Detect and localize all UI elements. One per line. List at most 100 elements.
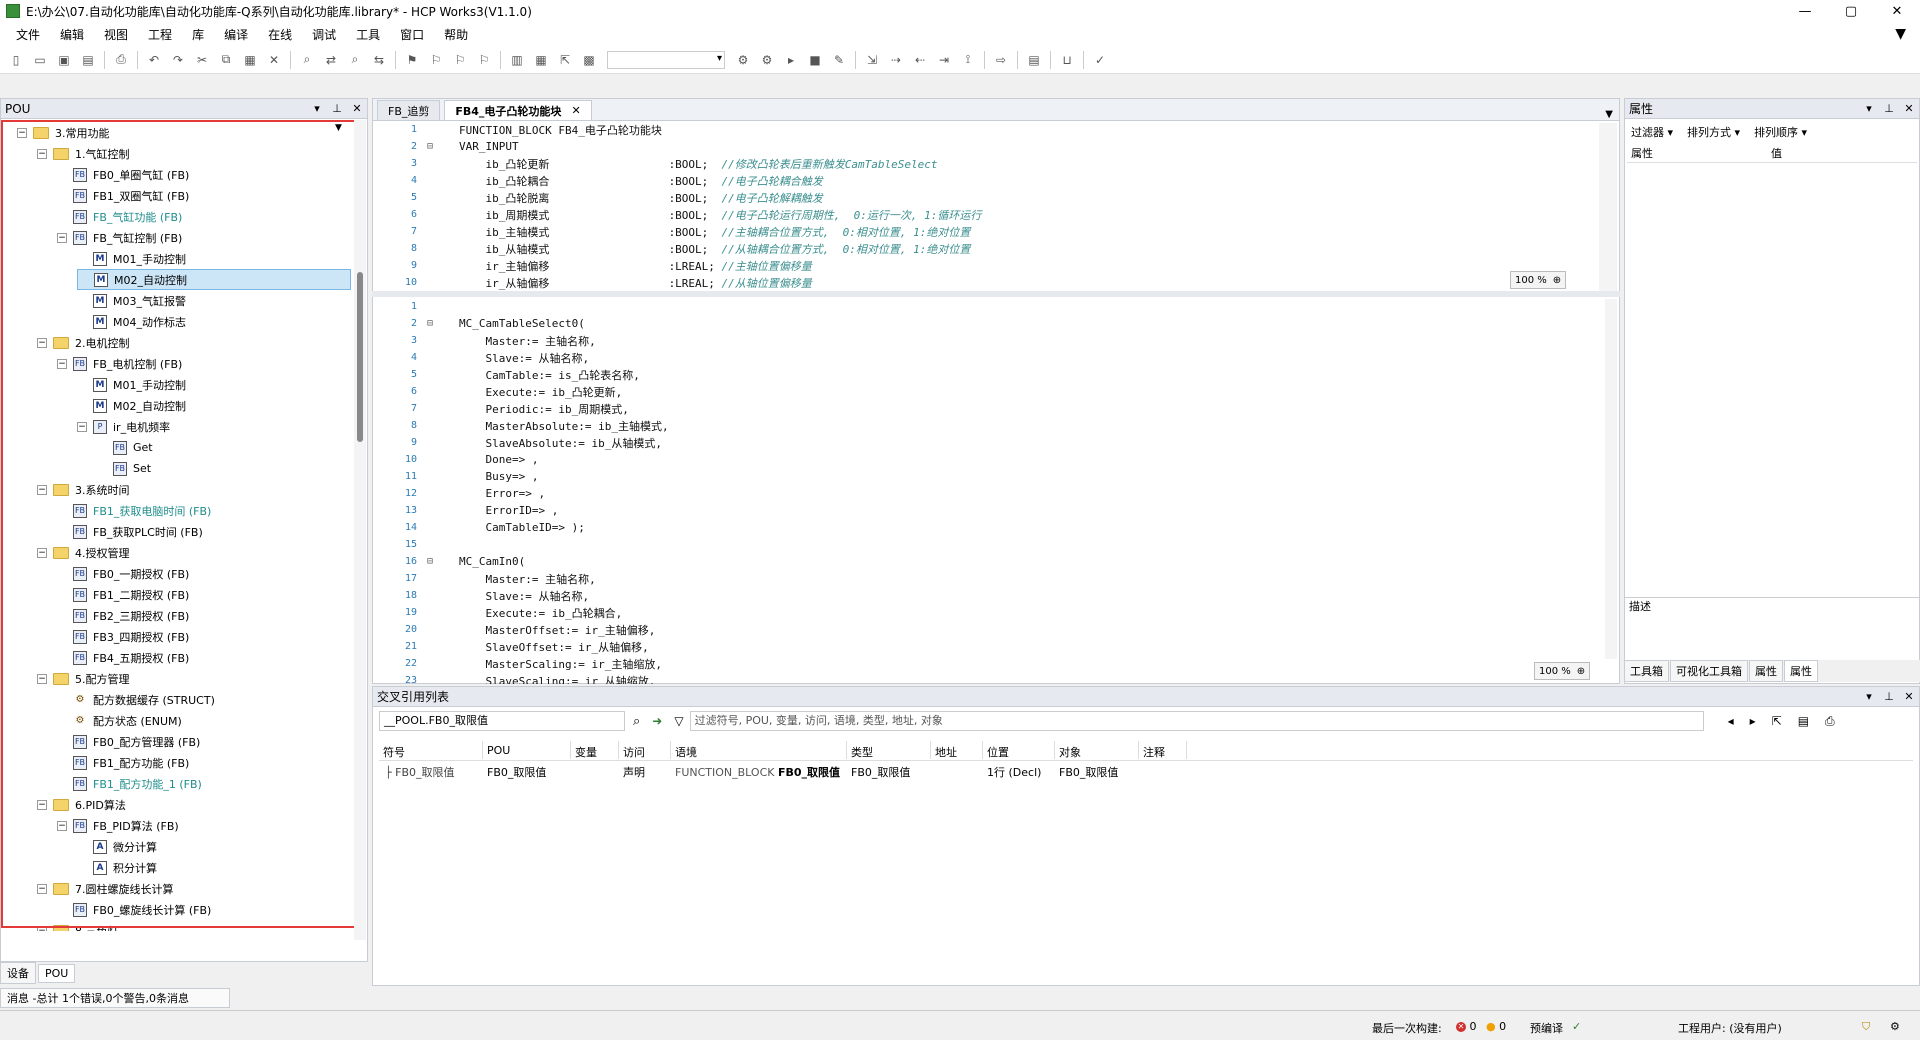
export-icon[interactable]: ⇱ — [555, 50, 575, 70]
settings-icon[interactable]: ⚙ — [1890, 1020, 1900, 1033]
code-line[interactable]: 6 ib_周期模式 :BOOL; //电子凸轮运行周期性, 0:运行一次, 1:… — [373, 206, 981, 223]
code-line[interactable]: 3 Master:= 主轴名称, — [373, 332, 596, 349]
col-variable[interactable]: 变量 — [571, 741, 619, 759]
col-context[interactable]: 语境 — [671, 741, 847, 759]
code-line[interactable]: 8 ib_从轴模式 :BOOL; //从轴耦合位置方式, 0:相对位置, 1:绝… — [373, 240, 970, 257]
cut-icon[interactable]: ✂ — [192, 50, 212, 70]
calc-icon[interactable]: ▩ — [579, 50, 599, 70]
menu-tools[interactable]: 工具 — [346, 26, 390, 43]
col-access[interactable]: 访问 — [619, 741, 671, 759]
code-line[interactable]: 20 MasterOffset:= ir_主轴偏移, — [373, 621, 655, 638]
code-line[interactable]: 12 Error=> , — [373, 485, 545, 502]
save-icon[interactable]: ▣ — [54, 50, 74, 70]
maximize-button[interactable]: ▢ — [1828, 0, 1874, 22]
paste-icon[interactable]: ▦ — [240, 50, 260, 70]
goto-icon[interactable]: ⇱ — [1772, 714, 1782, 728]
menu-edit[interactable]: 编辑 — [50, 26, 94, 43]
pin-icon[interactable]: ⊥ — [1879, 690, 1899, 703]
col-position[interactable]: 位置 — [983, 741, 1055, 759]
tree-scrollbar[interactable] — [354, 120, 366, 940]
xref-search-input[interactable]: __POOL.FB0_取限值 — [379, 711, 625, 731]
code-line[interactable]: 1 FUNCTION_BLOCK FB4_电子凸轮功能块 — [373, 121, 662, 138]
code-line[interactable]: 4 Slave:= 从轴名称, — [373, 349, 589, 366]
code-line[interactable]: 5 CamTable:= is_凸轮表名称, — [373, 366, 640, 383]
messages-tab[interactable]: 消息 -总计 1个错误,0个警告,0条消息 — [0, 988, 230, 1008]
tab-pou[interactable]: POU — [38, 963, 76, 983]
code-line[interactable]: 18 Slave:= 从轴名称, — [373, 587, 589, 604]
save-all-icon[interactable]: ▤ — [78, 50, 98, 70]
code-line[interactable]: 7 Periodic:= ib_周期模式, — [373, 400, 629, 417]
open-folder-icon[interactable]: ▭ — [30, 50, 50, 70]
monitor-icon[interactable]: ▤ — [1024, 50, 1044, 70]
find-replace-icon[interactable]: ⇄ — [321, 50, 341, 70]
col-comment[interactable]: 注释 — [1139, 741, 1187, 759]
undo-icon[interactable]: ↶ — [144, 50, 164, 70]
col-address[interactable]: 地址 — [931, 741, 983, 759]
pane-menu-icon[interactable]: ▾ — [307, 102, 327, 115]
code-line[interactable]: 22 MasterScaling:= ir_主轴缩放, — [373, 655, 662, 672]
tab-devices[interactable]: 设备 — [0, 962, 36, 984]
replace-icon[interactable]: ⇆ — [369, 50, 389, 70]
pin-icon[interactable]: ⊥ — [1879, 102, 1899, 115]
print-icon[interactable]: ⎙ — [1825, 714, 1835, 729]
table-row[interactable]: ├ FB0_取限值 FB0_取限值 声明 FUNCTION_BLOCK FB0_… — [379, 761, 1913, 781]
col-object[interactable]: 对象 — [1055, 741, 1139, 759]
funnel-icon[interactable]: ▽ — [674, 714, 683, 728]
new-icon[interactable]: ▯ — [6, 50, 26, 70]
col-pou[interactable]: POU — [483, 741, 571, 759]
search-icon[interactable]: ⌕ — [633, 714, 640, 729]
menu-build[interactable]: 编译 — [214, 26, 258, 43]
code-line[interactable]: 3 ib_凸轮更新 :BOOL; //修改凸轮表后重新触发CamTableSel… — [373, 155, 938, 172]
prev-icon[interactable]: ◂ — [1728, 714, 1734, 728]
code-line[interactable]: 5 ib_凸轮脱离 :BOOL; //电子凸轮解耦触发 — [373, 189, 823, 206]
menu-project[interactable]: 工程 — [138, 26, 182, 43]
code-line[interactable]: 9 ir_主轴偏移 :LREAL; //主轴位置偏移量 — [373, 257, 812, 274]
col-symbol[interactable]: 符号 — [379, 741, 483, 759]
find-icon[interactable]: ⌕ — [297, 50, 317, 70]
config-combo[interactable] — [607, 50, 725, 69]
step-over-icon[interactable]: ⇢ — [886, 50, 906, 70]
declaration-section[interactable]: 1 FUNCTION_BLOCK FB4_电子凸轮功能块 2 ⊟ VAR_INPUT 3 … — [373, 121, 1619, 290]
funnel-icon[interactable]: ▼ — [1895, 26, 1906, 42]
go-arrow-icon[interactable]: ➜ — [652, 714, 662, 728]
pin-icon[interactable]: ⊥ — [327, 102, 347, 115]
menu-library[interactable]: 库 — [182, 26, 214, 43]
implementation-section[interactable]: 1 2 ⊟ MC_CamTableSelect0(3 Master:= 主轴名称, 4 … — [373, 298, 1619, 684]
bookmark-prev-icon[interactable]: ⚐ — [426, 50, 446, 70]
code-line[interactable]: 14 CamTableID=> ); — [373, 519, 585, 536]
menu-file[interactable]: 文件 — [6, 26, 50, 43]
find-next-icon[interactable]: ⌕ — [345, 50, 365, 70]
sort-order-dropdown[interactable]: 排列顺序 ▾ — [1754, 124, 1807, 140]
code-line[interactable]: 6 Execute:= ib_凸轮更新, — [373, 383, 622, 400]
code-line[interactable]: 17 Master:= 主轴名称, — [373, 570, 596, 587]
device-icon[interactable]: ▦ — [531, 50, 551, 70]
tab-fb4-cam[interactable]: FB4_电子凸轮功能块 ✕ — [444, 100, 592, 120]
close-button[interactable]: ✕ — [1874, 0, 1920, 22]
decl-zoom[interactable]: 100 % ⊕ — [1510, 271, 1567, 289]
bookmark-next-icon[interactable]: ⚐ — [450, 50, 470, 70]
run-icon[interactable]: ▸ — [781, 50, 801, 70]
code-line[interactable]: 11 Busy=> , — [373, 468, 539, 485]
code-line[interactable]: 16 ⊟ MC_CamIn0( — [373, 553, 525, 570]
tab-visual-toolbox[interactable]: 可视化工具箱 — [1670, 660, 1748, 682]
tab-toolbox[interactable]: 工具箱 — [1624, 660, 1669, 682]
code-line[interactable]: 19 Execute:= ib_凸轮耦合, — [373, 604, 622, 621]
zoom-icon[interactable]: ⊕ — [1553, 275, 1561, 286]
copy-icon[interactable]: ⧉ — [216, 50, 236, 70]
editor-splitter[interactable] — [372, 291, 1620, 297]
code-line[interactable]: 15 — [373, 536, 459, 553]
fold-icon[interactable]: ⊟ — [423, 318, 437, 329]
code-line[interactable]: 2 ⊟ VAR_INPUT — [373, 138, 519, 155]
tab-properties-2[interactable]: 属性 — [1784, 660, 1818, 682]
code-line[interactable]: 21 SlaveOffset:= ir_从轴偏移, — [373, 638, 649, 655]
sort-by-dropdown[interactable]: 排列方式 ▾ — [1687, 124, 1740, 140]
print-icon[interactable]: ⎙ — [111, 50, 131, 70]
columns-icon[interactable]: ▤ — [1798, 714, 1809, 728]
minimize-button[interactable]: — — [1782, 0, 1828, 22]
xref-filter-input[interactable]: 过滤符号, POU, 变量, 访问, 语境, 类型, 地址, 对象 — [689, 711, 1704, 731]
filter-dropdown[interactable]: 过滤器 ▾ — [1631, 124, 1673, 140]
login-icon[interactable]: ⚙ — [733, 50, 753, 70]
decl-scrollbar[interactable] — [1599, 123, 1617, 291]
logout-icon[interactable]: ⚙ — [757, 50, 777, 70]
menu-online[interactable]: 在线 — [258, 26, 302, 43]
